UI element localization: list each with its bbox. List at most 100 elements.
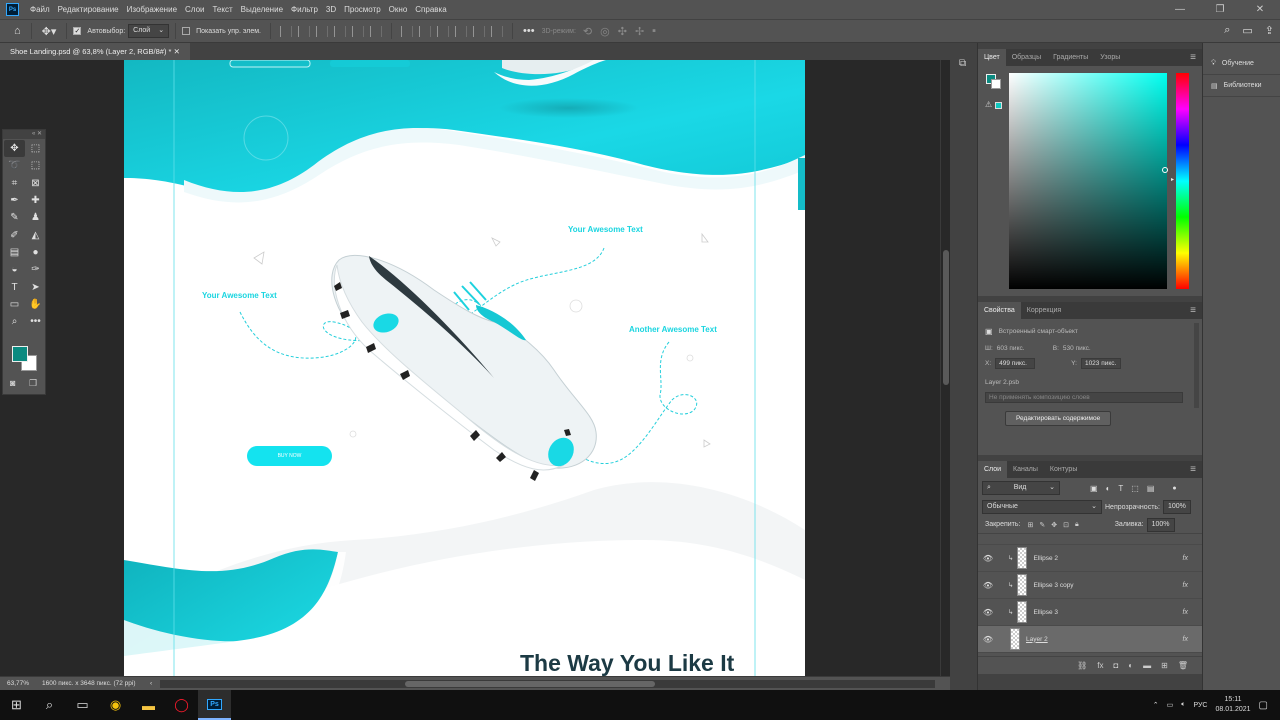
opacity-field[interactable]: 100% (1163, 500, 1191, 514)
layer-row[interactable]: 👁︎ ↳ Ellipse 2 fx (978, 545, 1202, 572)
filter-type-icon[interactable]: T (1118, 484, 1123, 493)
scroll-thumb[interactable] (943, 250, 949, 385)
search-icon[interactable]: ⌕ (1224, 24, 1230, 37)
lock-artboard-icon[interactable]: ⊡ (1063, 521, 1069, 529)
y-field[interactable]: 1023 пикс. (1080, 358, 1121, 369)
color-field[interactable] (1009, 73, 1167, 289)
layer-name[interactable]: Ellipse 2 (1033, 555, 1058, 562)
delete-layer-icon[interactable]: 🗑︎ (1178, 661, 1188, 670)
layer-name[interactable]: Ellipse 3 (1033, 609, 1058, 616)
file-explorer-icon[interactable]: ▬ (132, 690, 165, 720)
filter-toggle-icon[interactable]: ● (1172, 485, 1176, 492)
layer-row[interactable]: 👁︎ ↳ Ellipse 3 copy fx (978, 572, 1202, 599)
tab-swatches[interactable]: Образцы (1006, 49, 1047, 66)
move-tool-preset-icon[interactable]: ✥▾ (42, 25, 57, 38)
properties-scrollbar[interactable] (1194, 323, 1199, 408)
close-tab-icon[interactable]: ✕ (174, 47, 180, 56)
hue-slider[interactable] (1176, 73, 1189, 289)
search-icon[interactable]: ⌕ (33, 690, 66, 720)
layer-row[interactable]: 👁︎ ↳ Ellipse 3 fx (978, 599, 1202, 626)
new-layer-icon[interactable]: ⊞ (1161, 661, 1168, 670)
lock-transparent-icon[interactable]: ⊞ (1027, 521, 1033, 529)
align-left-icon[interactable] (280, 25, 292, 37)
align-bottom-icon[interactable] (370, 25, 382, 37)
lock-position-icon[interactable]: ✥ (1051, 521, 1057, 529)
volume-icon[interactable]: 🔈︎ (1181, 701, 1185, 709)
distribute-right-icon[interactable] (491, 25, 503, 37)
frame-tool-icon[interactable]: ⊠ (25, 175, 46, 192)
x-field[interactable]: 499 пикс. (995, 358, 1036, 369)
width-value[interactable]: 603 пикс. (997, 345, 1043, 352)
move-tool-icon[interactable]: ✥ (4, 140, 25, 158)
brush-tool-icon[interactable]: ✎ (4, 209, 25, 226)
status-arrow-icon[interactable]: ‹ (150, 680, 152, 687)
distribute-center-icon[interactable] (473, 25, 485, 37)
canvas[interactable]: Your Awesome Text Your Awesome Text Anot… (124, 60, 805, 676)
scroll-thumb[interactable] (405, 681, 655, 687)
align-center-icon[interactable] (298, 25, 310, 37)
color-picker-cursor[interactable] (1162, 167, 1168, 173)
menu-type[interactable]: Текст (208, 0, 236, 19)
hand-tool-icon[interactable]: ✋ (25, 296, 46, 313)
tab-channels[interactable]: Каналы (1007, 461, 1044, 478)
color-swatches[interactable] (11, 345, 41, 375)
toolbox-header[interactable]: « ✕ (3, 130, 45, 139)
foreground-color-swatch[interactable] (12, 346, 28, 362)
share-icon[interactable]: ⇪ (1265, 24, 1274, 37)
clock[interactable]: 15:11 08.01.2021 (1216, 695, 1251, 715)
stamp-tool-icon[interactable]: ♟ (25, 209, 46, 226)
task-view-icon[interactable]: ▭ (66, 690, 99, 720)
gradient-tool-icon[interactable]: ▤ (4, 244, 25, 261)
crop-tool-icon[interactable]: ⌗ (4, 175, 25, 192)
windows-start-icon[interactable]: ⊞ (0, 690, 33, 720)
type-tool-icon[interactable]: T (4, 278, 25, 295)
fx-icon[interactable]: fx (1183, 636, 1188, 643)
language-indicator[interactable]: РУС (1193, 702, 1207, 709)
zoom-level[interactable]: 63,77% (0, 680, 36, 687)
distribute-top-icon[interactable] (401, 25, 413, 37)
menu-view[interactable]: Просмотр (340, 0, 385, 19)
menu-image[interactable]: Изображение (123, 0, 181, 19)
fx-icon[interactable]: fx (1183, 609, 1188, 616)
zoom-tool-icon[interactable]: ⌕ (4, 313, 25, 330)
visibility-eye-icon[interactable]: 👁︎ (978, 554, 998, 563)
edit-contents-button[interactable]: Редактировать содержимое (1005, 411, 1112, 426)
menu-edit[interactable]: Редактирование (54, 0, 123, 19)
home-icon[interactable]: ⌂ (14, 25, 21, 37)
autoselect-checkbox[interactable]: ✓ (73, 27, 82, 35)
menu-file[interactable]: Файл (26, 0, 54, 19)
layer-row-selected[interactable]: 👁︎ Layer 2 fx (978, 626, 1202, 653)
visibility-eye-icon[interactable]: 👁︎ (978, 608, 998, 617)
filter-shape-icon[interactable]: ⬚ (1131, 484, 1139, 493)
visibility-eye-icon[interactable]: 👁︎ (978, 581, 998, 590)
more-options-icon[interactable]: ••• (523, 25, 535, 37)
show-controls-checkbox[interactable] (182, 27, 191, 35)
tab-color[interactable]: Цвет (978, 49, 1006, 66)
fx-icon[interactable]: fx (1183, 555, 1188, 562)
menu-select[interactable]: Выделение (237, 0, 287, 19)
photoshop-taskbar-icon[interactable]: Ps (198, 690, 231, 720)
restore-icon[interactable]: ❐ (1200, 0, 1240, 19)
autoselect-dropdown[interactable]: Слой ⌄ (128, 24, 170, 38)
libraries-item[interactable]: ▤ Библиотеки (1203, 75, 1280, 97)
tab-properties[interactable]: Свойства (978, 302, 1021, 319)
blend-mode-dropdown[interactable]: Обычные ⌄ (982, 500, 1102, 514)
height-value[interactable]: 530 пикс. (1063, 345, 1091, 352)
layer-comp-dropdown[interactable]: Не применять композицию слоев (985, 392, 1183, 403)
hue-slider-arrow-icon[interactable]: ▸ (1171, 176, 1174, 183)
menu-layers[interactable]: Слои (181, 0, 208, 19)
menu-window[interactable]: Окно (385, 0, 412, 19)
distribute-bottom-icon[interactable] (437, 25, 449, 37)
filter-smart-object-icon[interactable]: ▤ (1147, 484, 1155, 493)
close-icon[interactable]: ✕ (1240, 0, 1280, 19)
tab-adjustments[interactable]: Коррекция (1021, 302, 1067, 319)
filter-adjustment-icon[interactable]: ◐ (1106, 484, 1111, 493)
tab-patterns[interactable]: Узоры (1094, 49, 1126, 66)
history-panel-icon[interactable]: ⧉ (959, 58, 966, 69)
bg-color-mini[interactable] (991, 79, 1001, 89)
vertical-scrollbar[interactable] (940, 60, 950, 676)
panel-menu-icon[interactable]: ≡ (1190, 49, 1196, 66)
menu-help[interactable]: Справка (411, 0, 450, 19)
tray-up-arrow-icon[interactable]: ⌃ (1153, 701, 1159, 709)
dodge-tool-icon[interactable]: ◒ (4, 261, 25, 278)
